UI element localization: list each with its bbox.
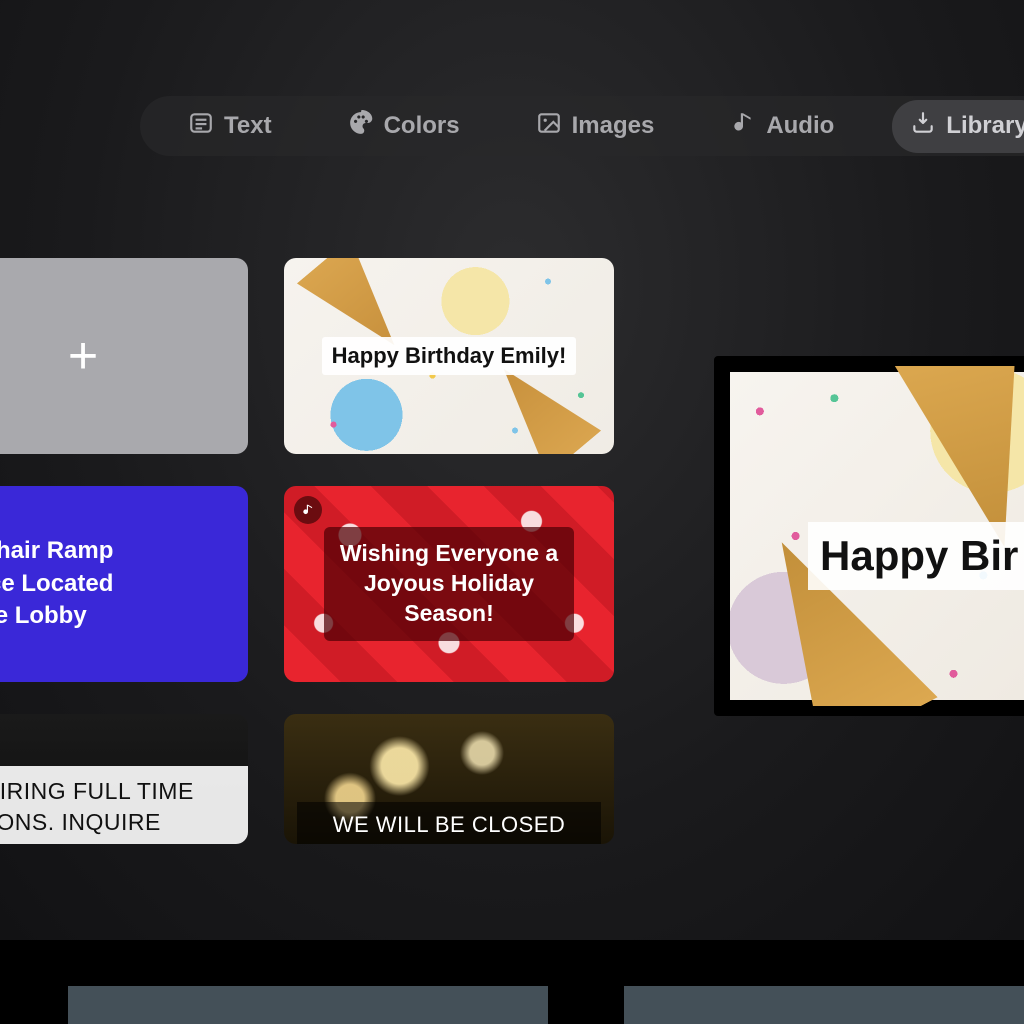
device-stand <box>624 986 1024 1024</box>
card-caption: NOW HIRING FULL TIMEPOSITIONS. INQUIRE <box>0 766 248 844</box>
audio-badge <box>294 496 322 524</box>
tab-text[interactable]: Text <box>170 100 290 153</box>
library-card-wheelchair[interactable]: Wheelchair RampEntrance LocatedNear the … <box>0 486 248 682</box>
app-screen: Text Colors Images Audio Library <box>0 0 1024 940</box>
plus-icon: + <box>68 326 98 386</box>
add-card[interactable]: + <box>0 258 248 454</box>
tab-label: Audio <box>766 112 834 140</box>
card-caption: WE WILL BE CLOSED <box>297 802 601 844</box>
card-caption: Happy Birthday Emily! <box>322 337 577 375</box>
library-card-birthday[interactable]: Happy Birthday Emily! <box>284 258 614 454</box>
card-caption: Wheelchair RampEntrance LocatedNear the … <box>0 535 113 632</box>
tab-label: Library <box>946 112 1024 140</box>
tab-audio[interactable]: Audio <box>712 100 852 153</box>
library-grid: + Happy Birthday Emily! Wheelchair RampE… <box>0 258 618 844</box>
library-card-closed[interactable]: WE WILL BE CLOSED <box>284 714 614 844</box>
tab-library[interactable]: Library <box>892 100 1024 153</box>
library-card-holiday[interactable]: Wishing Everyone aJoyous HolidaySeason! <box>284 486 614 682</box>
palette-icon <box>348 110 374 143</box>
preview-canvas[interactable]: Happy Bir <box>730 372 1024 700</box>
preview-caption: Happy Bir <box>808 522 1024 590</box>
toolbar: Text Colors Images Audio Library <box>140 96 1024 156</box>
tab-colors[interactable]: Colors <box>330 100 478 153</box>
tab-images[interactable]: Images <box>518 100 673 153</box>
tab-label: Images <box>572 112 655 140</box>
text-icon <box>188 110 214 143</box>
device-stand <box>68 986 548 1024</box>
tab-label: Colors <box>384 112 460 140</box>
library-card-hiring[interactable]: NOW HIRING FULL TIMEPOSITIONS. INQUIRE <box>0 714 248 844</box>
music-icon <box>730 110 756 143</box>
card-caption: Wishing Everyone aJoyous HolidaySeason! <box>324 527 574 641</box>
image-icon <box>536 110 562 143</box>
tab-label: Text <box>224 112 272 140</box>
preview-panel: Happy Bir <box>714 356 1024 716</box>
library-icon <box>910 110 936 143</box>
